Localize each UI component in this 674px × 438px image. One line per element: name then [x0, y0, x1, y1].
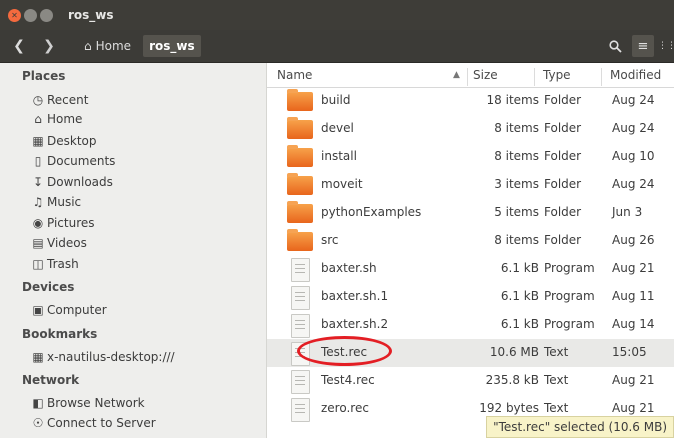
- breadcrumb-home[interactable]: ⌂ Home: [78, 35, 137, 57]
- column-name[interactable]: Name: [277, 68, 312, 82]
- film-icon: ▤: [32, 236, 44, 250]
- places-header: Places: [22, 69, 66, 83]
- network-icon: ◧: [32, 396, 44, 410]
- file-row-build[interactable]: build 18 items Folder Aug 24: [267, 87, 674, 115]
- download-icon: ↧: [32, 175, 44, 189]
- sidebar-item-trash[interactable]: ◫ Trash: [31, 257, 78, 271]
- script-file-icon: [291, 314, 310, 338]
- sidebar-item-computer[interactable]: ▣ Computer: [31, 303, 106, 317]
- script-file-icon: [291, 258, 310, 282]
- window-title: ros_ws: [68, 8, 114, 22]
- desktop-icon: ▦: [32, 350, 44, 364]
- music-icon: ♫: [32, 195, 44, 209]
- devices-header: Devices: [22, 280, 75, 294]
- column-size[interactable]: Size: [473, 68, 498, 82]
- bookmarks-header: Bookmarks: [22, 327, 98, 341]
- text-file-icon: [291, 398, 310, 422]
- column-divider: [534, 68, 535, 86]
- file-row-baxter-sh-2[interactable]: baxter.sh.2 6.1 kB Program Aug 14: [267, 311, 674, 339]
- column-divider: [601, 68, 602, 86]
- column-modified[interactable]: Modified: [610, 68, 661, 82]
- hamburger-menu-icon[interactable]: ≡: [632, 35, 654, 57]
- sidebar-item-pictures[interactable]: ◉ Pictures: [31, 216, 95, 230]
- folder-icon: ▦: [32, 134, 44, 148]
- sidebar-item-browse-network[interactable]: ◧ Browse Network: [31, 396, 144, 410]
- sidebar-item-nautilus-desktop[interactable]: ▦ x-nautilus-desktop:///: [31, 350, 174, 364]
- toolbar: ❮ ❯ ⌂ Home ros_ws ≡ ⋮⋮: [0, 30, 674, 63]
- clock-icon: ◷: [32, 93, 44, 107]
- sidebar-item-recent[interactable]: ◷ Recent: [31, 93, 89, 107]
- drive-icon: ▣: [32, 303, 44, 317]
- sidebar-item-music[interactable]: ♫ Music: [31, 195, 82, 209]
- status-bar: "Test.rec" selected (10.6 MB): [486, 416, 674, 438]
- file-row-baxter-sh-1[interactable]: baxter.sh.1 6.1 kB Program Aug 11: [267, 283, 674, 311]
- folder-icon: [287, 229, 313, 251]
- file-row-install[interactable]: install 8 items Folder Aug 10: [267, 143, 674, 171]
- file-row-baxter-sh[interactable]: baxter.sh 6.1 kB Program Aug 21: [267, 255, 674, 283]
- camera-icon: ◉: [32, 216, 44, 230]
- column-header: Name ▲ Size Type Modified: [267, 63, 674, 88]
- sidebar-item-documents[interactable]: ▯ Documents: [31, 154, 116, 168]
- annotation-highlight-circle: [297, 336, 392, 366]
- search-icon[interactable]: [604, 35, 626, 57]
- title-bar: ✕ ros_ws: [0, 0, 674, 30]
- folder-icon: [287, 145, 313, 167]
- file-row-devel[interactable]: devel 8 items Folder Aug 24: [267, 115, 674, 143]
- column-type[interactable]: Type: [543, 68, 571, 82]
- chevron-left-icon[interactable]: ❮: [6, 35, 32, 57]
- sidebar-item-desktop[interactable]: ▦ Desktop: [31, 134, 96, 148]
- file-row-test4-rec[interactable]: Test4.rec 235.8 kB Text Aug 21: [267, 367, 674, 395]
- text-file-icon: [291, 370, 310, 394]
- folder-icon: [287, 89, 313, 111]
- minimize-window-icon[interactable]: [24, 8, 37, 22]
- grid-view-icon[interactable]: ⋮⋮: [658, 35, 674, 57]
- column-divider: [467, 68, 468, 86]
- maximize-window-icon[interactable]: [40, 8, 53, 22]
- folder-icon: [287, 117, 313, 139]
- sidebar-item-home[interactable]: ⌂ Home: [31, 112, 82, 126]
- home-icon: ⌂: [84, 39, 92, 53]
- server-icon: ☉: [32, 416, 44, 430]
- folder-icon: [287, 173, 313, 195]
- sidebar-item-videos[interactable]: ▤ Videos: [31, 236, 87, 250]
- file-row-src[interactable]: src 8 items Folder Aug 26: [267, 227, 674, 255]
- sort-ascending-icon: ▲: [453, 70, 460, 80]
- trash-icon: ◫: [32, 257, 44, 271]
- breadcrumb-ros-ws[interactable]: ros_ws: [143, 35, 201, 57]
- script-file-icon: [291, 286, 310, 310]
- sidebar-item-connect-to-server[interactable]: ☉ Connect to Server: [31, 416, 156, 430]
- close-window-icon[interactable]: ✕: [8, 8, 21, 22]
- network-header: Network: [22, 373, 80, 387]
- file-list: Name ▲ Size Type Modified build 18 items…: [267, 63, 674, 438]
- file-row-moveit[interactable]: moveit 3 items Folder Aug 24: [267, 171, 674, 199]
- document-icon: ▯: [34, 154, 42, 168]
- home-icon: ⌂: [34, 112, 42, 126]
- folder-icon: [287, 201, 313, 223]
- chevron-right-icon[interactable]: ❯: [36, 35, 62, 57]
- file-row-pythonexamples[interactable]: pythonExamples 5 items Folder Jun 3: [267, 199, 674, 227]
- sidebar-item-downloads[interactable]: ↧ Downloads: [31, 175, 113, 189]
- sidebar: Places ◷ Recent ⌂ Home ▦ Desktop ▯ Documents…: [0, 63, 267, 438]
